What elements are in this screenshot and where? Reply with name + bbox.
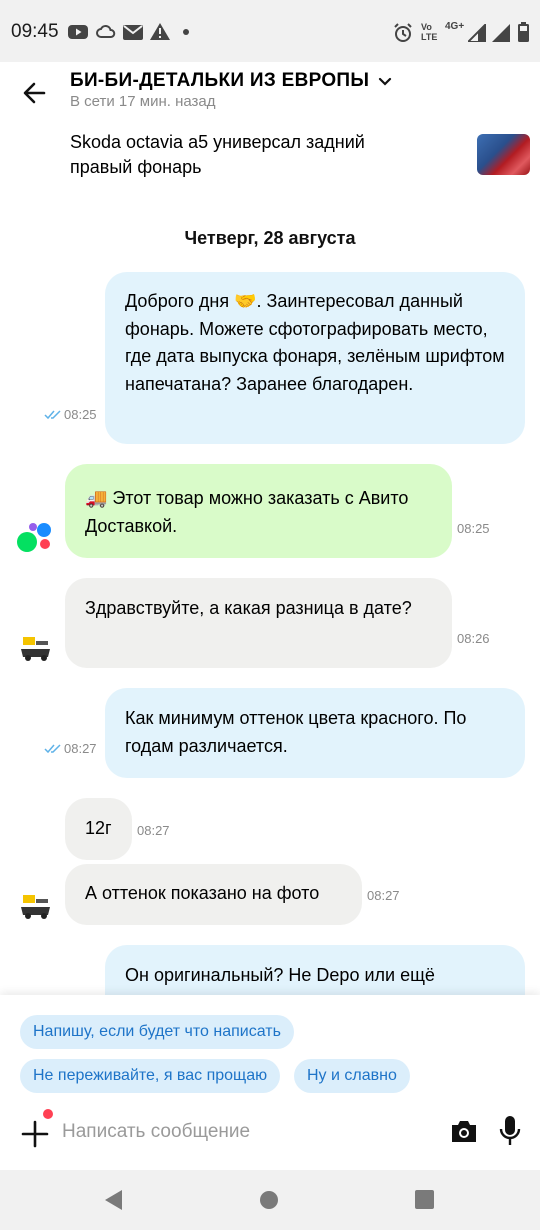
avito-logo-icon (17, 521, 53, 553)
volte-label: Vo (421, 22, 432, 32)
status-time: 09:45 (11, 21, 59, 42)
message-text: Доброго дня 🤝. Заинтересовал данный фона… (125, 291, 505, 394)
lte-label: LTE (421, 32, 438, 42)
microphone-icon[interactable] (499, 1115, 521, 1147)
back-arrow-icon[interactable] (18, 76, 52, 110)
nav-recents-icon[interactable] (415, 1190, 434, 1209)
quick-reply-chip[interactable]: Напишу, если будет что написать (20, 1015, 294, 1049)
message-time: 08:27 (137, 823, 170, 838)
message-bubble-incoming[interactable]: А оттенок показано на фото (65, 864, 362, 925)
message-text: А оттенок показано на фото (85, 883, 320, 903)
seller-name[interactable]: БИ-БИ-ДЕТАЛЬКИ ИЗ ЕВРОПЫ (70, 70, 369, 92)
dot-icon (183, 29, 189, 35)
message-text: Здравствуйте, а какая разница в дате? (85, 598, 412, 618)
cloud-icon (96, 24, 116, 38)
message-text: 12г (85, 818, 112, 838)
network-type: 4G+ (445, 21, 465, 32)
read-ticks-icon (44, 744, 61, 754)
item-thumbnail[interactable] (477, 134, 530, 175)
alarm-icon (394, 23, 412, 42)
volte-icon: Vo LTE (421, 22, 437, 42)
youtube-icon (68, 25, 88, 39)
message-bubble-outgoing[interactable]: Доброго дня 🤝. Заинтересовал данный фона… (105, 272, 525, 444)
message-bubble-system[interactable]: 🚚 Этот товар можно заказать с Авито Дост… (65, 464, 452, 558)
quick-reply-chip[interactable]: Ну и славно (294, 1059, 410, 1093)
seller-avatar[interactable] (20, 893, 52, 921)
warning-icon (150, 23, 170, 40)
message-bubble-incoming[interactable]: Здравствуйте, а какая разница в дате? (65, 578, 452, 668)
online-status: В сети 17 мин. назад (70, 93, 216, 110)
battery-icon (518, 22, 529, 42)
camera-icon[interactable] (450, 1118, 478, 1144)
message-text: 🚚 Этот товар можно заказать с Авито Дост… (85, 488, 409, 536)
message-text: Он оригинальный? Не Depo или ещё (125, 965, 435, 985)
message-text: Как минимум оттенок цвета красного. По г… (125, 708, 467, 756)
signal-icon (492, 24, 510, 42)
quick-reply-chip[interactable]: Не переживайте, я вас прощаю (20, 1059, 281, 1093)
chat-header: БИ-БИ-ДЕТАЛЬКИ ИЗ ЕВРОПЫ В сети 17 мин. … (0, 62, 540, 252)
chevron-down-icon[interactable] (377, 74, 393, 90)
seller-avatar[interactable] (20, 635, 52, 663)
message-bubble-outgoing[interactable]: Как минимум оттенок цвета красного. По г… (105, 688, 525, 778)
date-separator: Четверг, 28 августа (184, 228, 356, 248)
system-nav-bar (0, 1170, 540, 1230)
nav-home-icon[interactable] (259, 1190, 279, 1210)
message-time: 08:25 (457, 521, 490, 536)
mail-icon (123, 25, 143, 40)
message-input[interactable] (62, 1117, 422, 1147)
message-time: 08:25 (64, 407, 97, 422)
nav-back-icon[interactable] (104, 1189, 124, 1211)
notification-dot (43, 1109, 53, 1119)
message-time: 08:26 (457, 631, 490, 646)
read-ticks-icon (44, 410, 61, 420)
message-time: 08:27 (64, 741, 97, 756)
plus-icon[interactable] (20, 1119, 50, 1149)
4g-signal-icon (468, 24, 486, 42)
composer-panel: Напишу, если будет что написать Не переж… (0, 995, 540, 1170)
item-title[interactable]: Skoda octavia a5 универсал задний правый… (70, 130, 430, 180)
status-bar: 09:45 Vo LTE 4G+ (0, 0, 540, 62)
message-bubble-incoming[interactable]: 12г (65, 798, 132, 860)
message-time: 08:27 (367, 888, 400, 903)
